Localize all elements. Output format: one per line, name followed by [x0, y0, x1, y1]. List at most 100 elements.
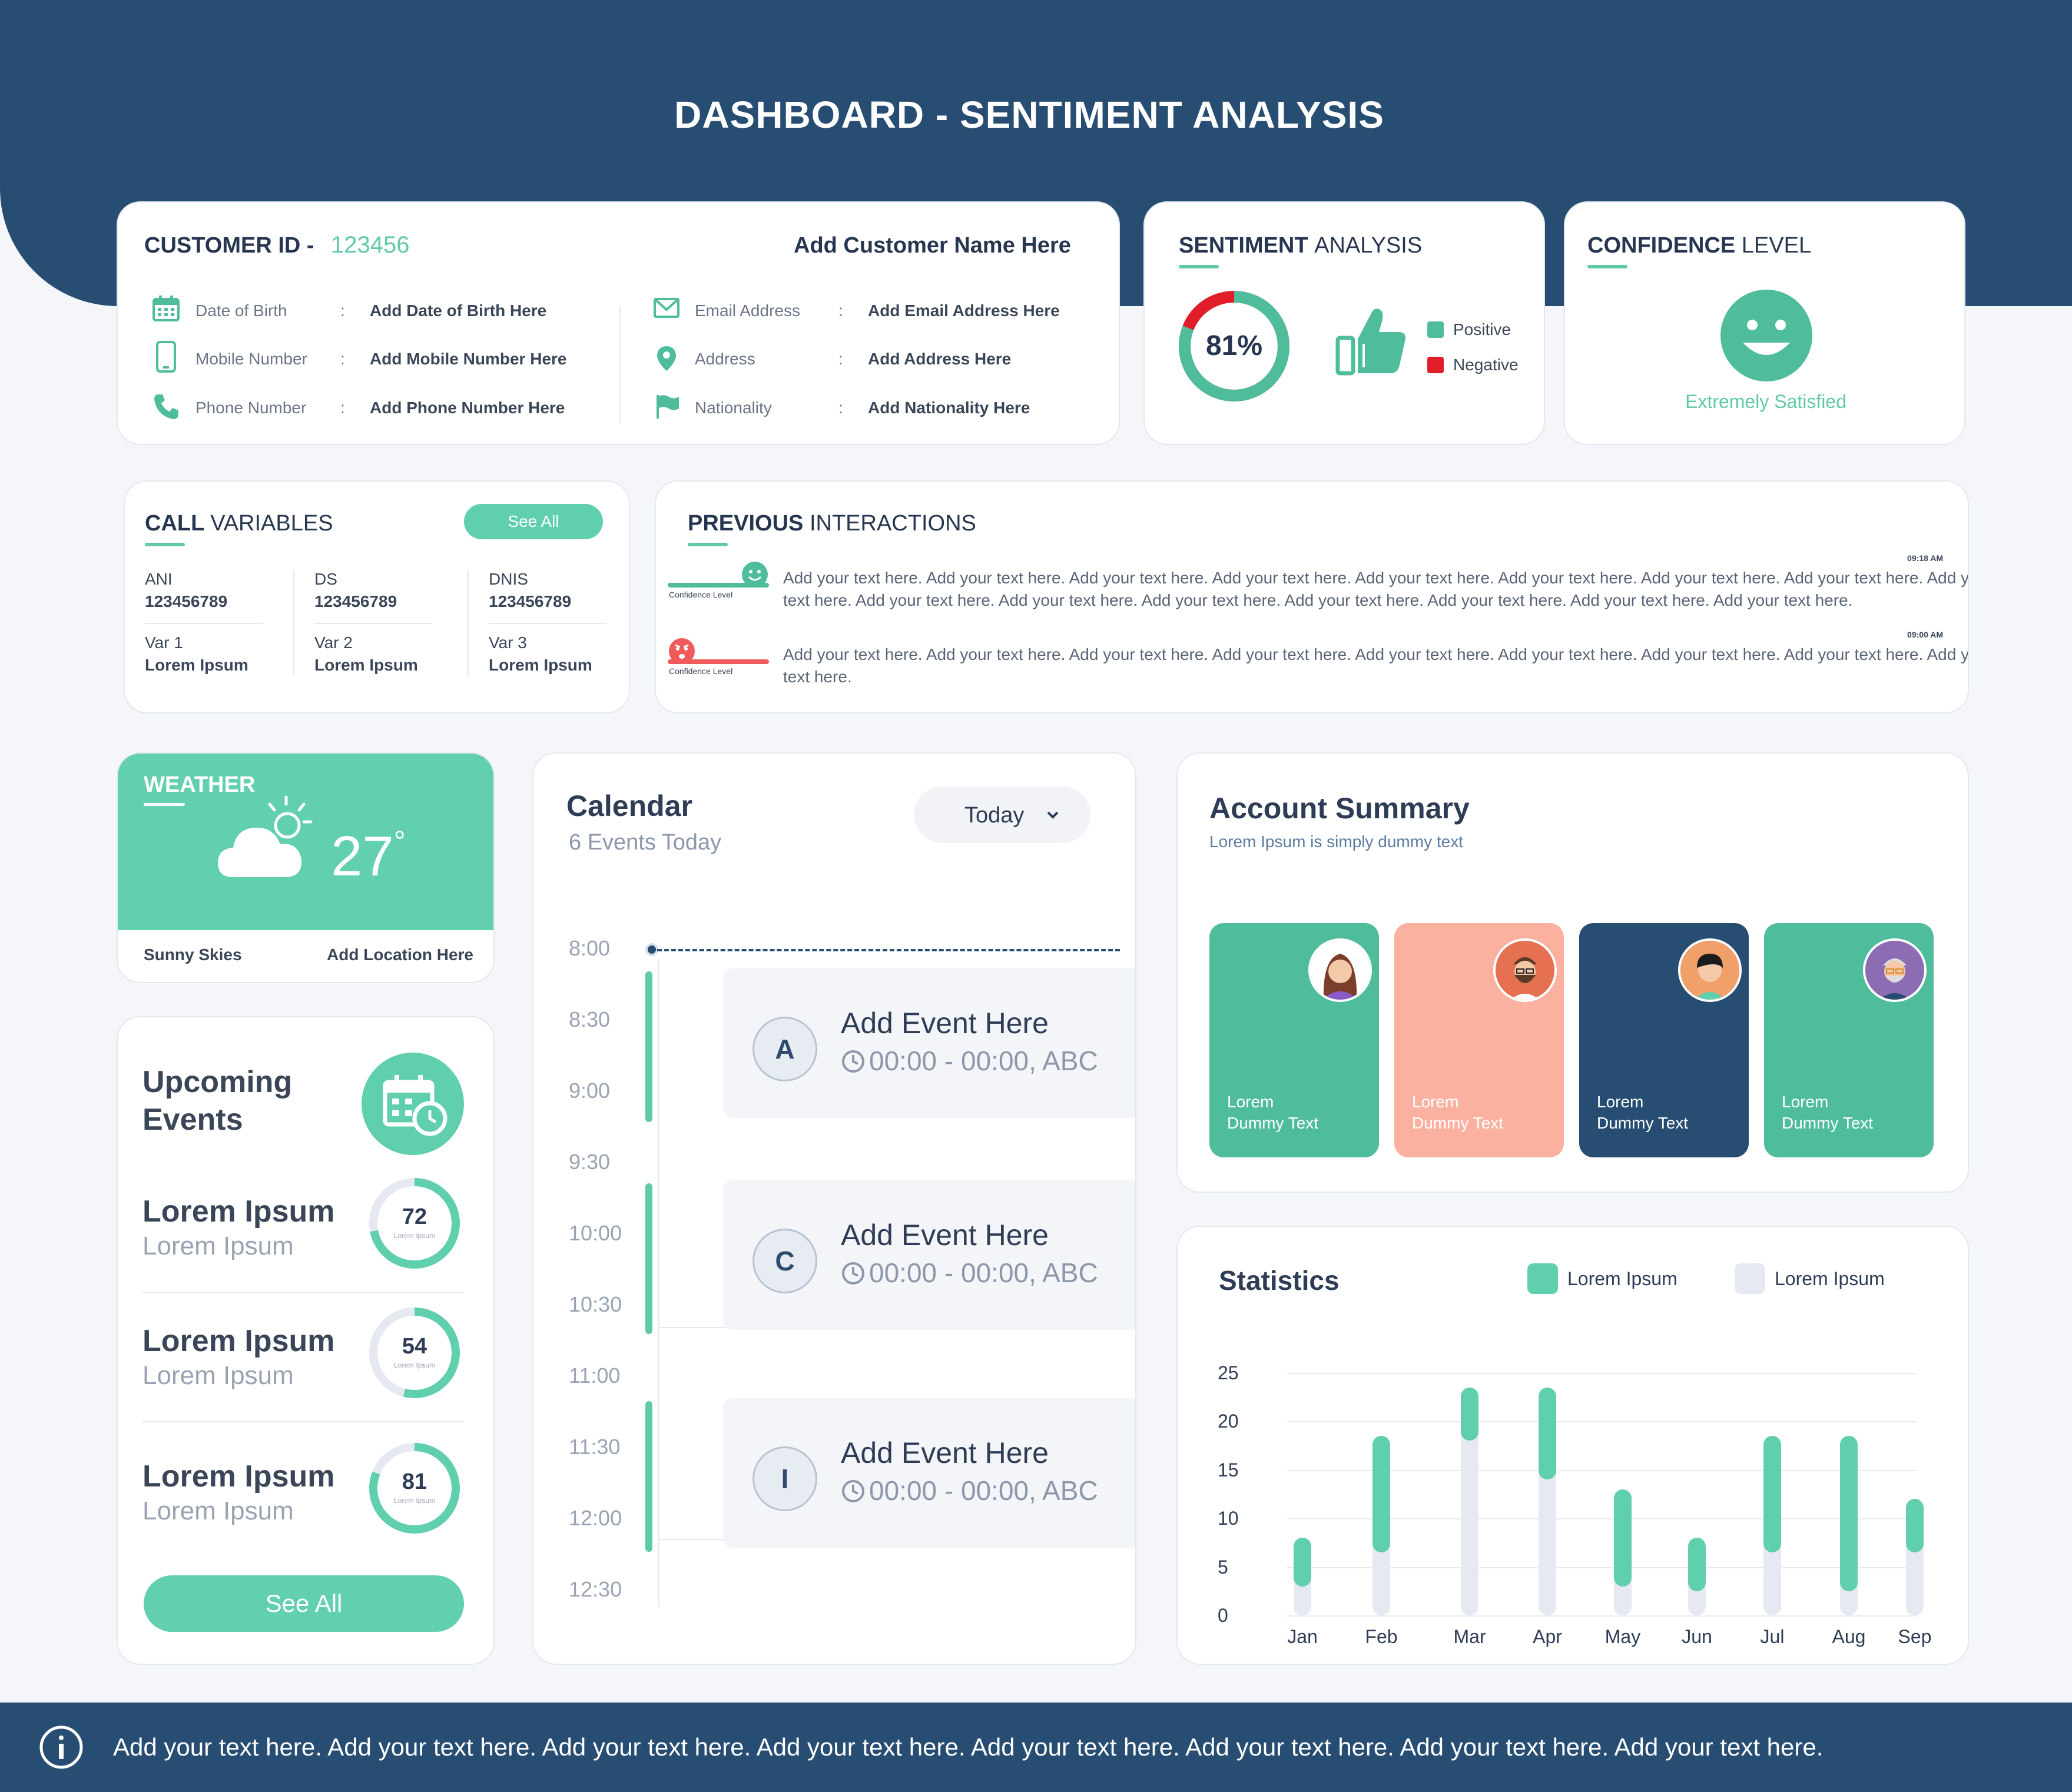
- event-bar: [645, 971, 652, 1122]
- clock-icon: [841, 1257, 869, 1288]
- x-tick-label: Jan: [1287, 1626, 1318, 1647]
- bar-value[interactable]: [1294, 1538, 1311, 1587]
- negative-swatch: [1427, 357, 1444, 373]
- event-title: Lorem Ipsum: [142, 1194, 335, 1229]
- call-variables-card: CALL VARIABLES See All ANI 123456789 Var 1…: [124, 480, 630, 714]
- event-bar: [645, 1401, 652, 1552]
- email-value[interactable]: Add Email Address Here: [868, 301, 1060, 320]
- bar-value[interactable]: [1539, 1387, 1556, 1480]
- bar-value[interactable]: [1614, 1489, 1632, 1587]
- account-person-card[interactable]: Lorem Dummy Text: [1209, 923, 1379, 1157]
- account-person-card[interactable]: Lorem Dummy Text: [1579, 923, 1749, 1157]
- cv-value: 123456789: [314, 592, 397, 610]
- bar-value[interactable]: [1906, 1499, 1924, 1552]
- progress-value: 72: [402, 1204, 427, 1229]
- nationality-label: Nationality: [695, 399, 772, 417]
- time-label: 12:30: [569, 1577, 622, 1601]
- mobile-label: Mobile Number: [195, 350, 307, 368]
- grid-line: [1287, 1421, 1917, 1423]
- bar-value[interactable]: [1840, 1436, 1858, 1591]
- see-all-button[interactable]: See All: [464, 504, 603, 539]
- calendar-card: Calendar 6 Events Today Today 8:00 8:30 9:…: [532, 752, 1136, 1665]
- weather-location[interactable]: Add Location Here: [327, 945, 473, 964]
- time-label: 11:30: [569, 1435, 621, 1459]
- phone-icon: [152, 392, 180, 423]
- bar-value[interactable]: [1461, 1387, 1478, 1441]
- confidence-bar: [668, 659, 769, 664]
- account-person-card[interactable]: Lorem Dummy Text: [1394, 923, 1564, 1157]
- event-card[interactable]: C Add Event Here 00:00 - 00:00, ABC: [723, 1180, 1135, 1330]
- mail-icon: [654, 298, 679, 321]
- clock-icon: [841, 1475, 869, 1506]
- cv-value: Lorem Ipsum: [489, 656, 592, 674]
- customer-id-value: 123456: [331, 232, 410, 258]
- event-title: Add Event Here: [841, 1436, 1049, 1469]
- divider: [468, 570, 469, 676]
- customer-id-label: CUSTOMER ID -: [144, 233, 314, 258]
- cv-value: 123456789: [145, 592, 228, 610]
- location-pin-icon: [656, 345, 677, 375]
- account-person-card[interactable]: Lorem Dummy Text: [1764, 923, 1934, 1157]
- cv-label: Var 3: [489, 633, 527, 652]
- event-subtitle: Lorem Ipsum: [142, 1361, 294, 1390]
- customer-name[interactable]: Add Customer Name Here: [794, 233, 1071, 258]
- cv-value: Lorem Ipsum: [145, 656, 248, 674]
- bar-value[interactable]: [1688, 1538, 1706, 1591]
- y-tick-label: 25: [1218, 1362, 1239, 1383]
- event-time-text: 00:00 - 00:00, ABC: [869, 1475, 1098, 1506]
- event-card[interactable]: A Add Event Here 00:00 - 00:00, ABC: [723, 968, 1135, 1118]
- y-tick-label: 15: [1218, 1459, 1239, 1481]
- cv-label: DNIS: [489, 570, 528, 588]
- progress-value: 54: [402, 1334, 427, 1359]
- progress-value: 81: [402, 1469, 427, 1494]
- interaction-time: 09:00 AM: [1907, 630, 1943, 639]
- weather-title: WEATHER: [144, 772, 256, 797]
- bar-value[interactable]: [1373, 1436, 1390, 1552]
- progress-caption: Lorem Ipsum: [393, 1361, 436, 1369]
- y-tick-label: 0: [1218, 1605, 1228, 1626]
- dob-value[interactable]: Add Date of Birth Here: [370, 301, 546, 320]
- person-line: Dummy Text: [1412, 1114, 1504, 1132]
- divider: [142, 1421, 464, 1422]
- colon: :: [838, 399, 843, 417]
- interaction-text: text here. Add your text here. Add your …: [783, 591, 1853, 609]
- calendar-subtitle: 6 Events Today: [569, 830, 722, 855]
- event-title: Lorem Ipsum: [142, 1459, 335, 1494]
- avatar: [1678, 938, 1742, 1002]
- flag-icon: [655, 393, 681, 422]
- email-label: Email Address: [695, 301, 800, 320]
- colon: :: [340, 350, 345, 368]
- address-label: Address: [695, 350, 755, 368]
- time-label: 9:00: [569, 1078, 611, 1103]
- colon: :: [838, 301, 843, 320]
- nationality-value[interactable]: Add Nationality Here: [868, 399, 1030, 417]
- person-line: Lorem: [1597, 1093, 1644, 1111]
- cv-value: 123456789: [489, 592, 572, 610]
- person-line: Dummy Text: [1227, 1114, 1319, 1132]
- today-dropdown-label: Today: [964, 803, 1025, 828]
- weather-card: WEATHER 27° Sunny Skies Add Location Her…: [117, 752, 495, 983]
- see-all-events-button[interactable]: See All: [144, 1575, 464, 1632]
- address-value[interactable]: Add Address Here: [868, 350, 1011, 369]
- cloud-sun-icon: [216, 795, 327, 886]
- confidence-card: CONFIDENCE LEVEL Extremely Satisfied: [1564, 201, 1965, 445]
- time-label: 8:30: [569, 1007, 611, 1031]
- person-line: Dummy Text: [1782, 1114, 1874, 1132]
- event-card[interactable]: I Add Event Here 00:00 - 00:00, ABC: [723, 1398, 1135, 1548]
- grid-line: [1287, 1373, 1917, 1374]
- time-label: 9:30: [569, 1150, 611, 1174]
- bar-value[interactable]: [1763, 1436, 1781, 1552]
- x-tick-label: May: [1604, 1626, 1641, 1647]
- mobile-value[interactable]: Add Mobile Number Here: [370, 350, 566, 369]
- phone-value[interactable]: Add Phone Number Here: [370, 399, 565, 417]
- avatar: [1863, 938, 1927, 1002]
- calendar-title: Calendar: [566, 789, 692, 822]
- positive-swatch: [1427, 321, 1444, 338]
- calendar-clock-icon: [362, 1053, 464, 1155]
- legend-swatch: [1527, 1263, 1558, 1294]
- progress-caption: Lorem Ipsum: [393, 1496, 436, 1505]
- cv-value: Lorem Ipsum: [314, 656, 418, 674]
- today-dropdown[interactable]: Today: [914, 787, 1090, 843]
- phone-label: Phone Number: [195, 399, 307, 417]
- info-icon[interactable]: [39, 1725, 84, 1773]
